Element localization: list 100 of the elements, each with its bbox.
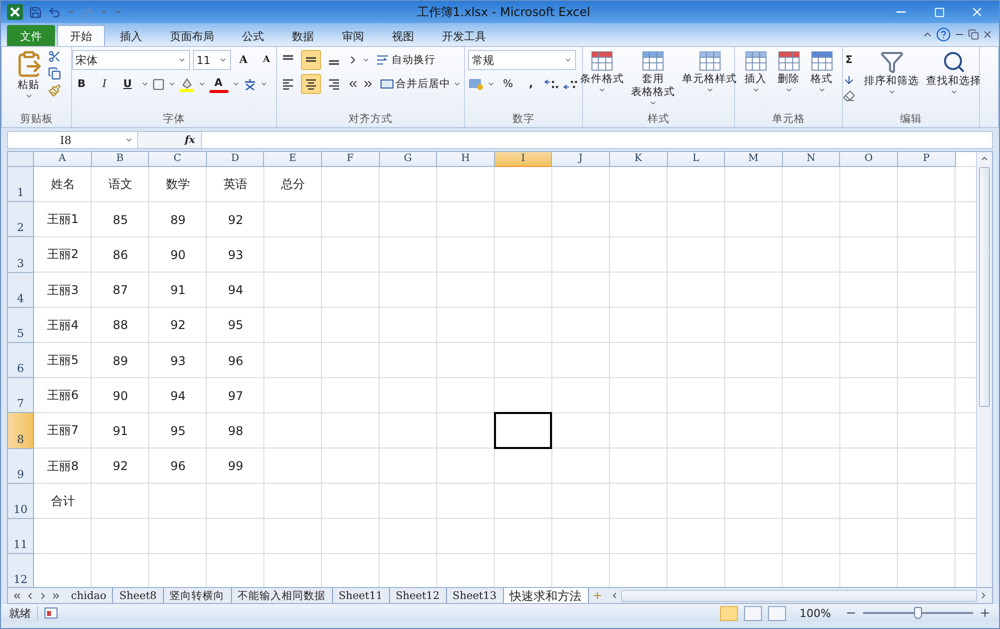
caret-icon[interactable] bbox=[752, 86, 760, 94]
merge-center-button[interactable]: 合并后居中 bbox=[376, 74, 464, 94]
row-header[interactable]: 10 bbox=[8, 484, 34, 519]
row-header[interactable]: 2 bbox=[8, 202, 34, 238]
style-button[interactable]: 条件格式 bbox=[578, 50, 626, 112]
decrease-decimal-icon[interactable] bbox=[563, 78, 579, 90]
row-header[interactable]: 12 bbox=[8, 554, 34, 587]
caret-icon[interactable] bbox=[784, 86, 792, 94]
number-format-field[interactable]: 常规 bbox=[468, 50, 576, 70]
caret-icon[interactable] bbox=[218, 56, 226, 64]
cell-styles-icon[interactable] bbox=[696, 50, 722, 72]
ribbon-tab[interactable]: 页面布局 bbox=[157, 25, 227, 46]
caret-icon[interactable] bbox=[487, 80, 495, 88]
font-name-field[interactable]: 宋体 bbox=[72, 50, 190, 70]
row-header[interactable]: 9 bbox=[8, 448, 34, 484]
search-icon[interactable] bbox=[942, 50, 966, 74]
copy-icon[interactable] bbox=[48, 67, 60, 80]
ribbon-tab[interactable]: 公式 bbox=[229, 25, 277, 46]
zoom-in-icon[interactable] bbox=[979, 607, 991, 619]
format-cells-icon[interactable] bbox=[808, 50, 834, 72]
caret-icon[interactable] bbox=[178, 56, 186, 64]
comma-button[interactable]: , bbox=[521, 74, 541, 94]
row-header[interactable]: 4 bbox=[8, 272, 34, 308]
insert-sheet-icon[interactable] bbox=[592, 590, 603, 601]
sheet-tab[interactable]: 快速求和方法 bbox=[504, 588, 589, 603]
editing-button[interactable]: 查找和选择 bbox=[924, 50, 983, 112]
close-icon[interactable] bbox=[982, 29, 993, 40]
maximize-icon[interactable] bbox=[934, 6, 944, 18]
italic-button[interactable]: I bbox=[94, 74, 114, 94]
column-header[interactable]: P bbox=[898, 152, 956, 167]
cell-button[interactable]: 删除 bbox=[774, 50, 804, 112]
table-format-icon[interactable] bbox=[640, 50, 666, 72]
column-header[interactable]: H bbox=[437, 152, 495, 167]
file-tab[interactable]: 文件 bbox=[7, 25, 55, 46]
bold-button[interactable]: B bbox=[72, 74, 92, 94]
restore-icon[interactable] bbox=[968, 29, 979, 40]
help-icon[interactable] bbox=[936, 27, 951, 42]
row-header[interactable]: 5 bbox=[8, 308, 34, 343]
column-header[interactable]: J bbox=[552, 152, 610, 167]
caret-icon[interactable] bbox=[452, 80, 460, 88]
filter-icon[interactable] bbox=[880, 50, 904, 74]
ribbon-tab[interactable]: 数据 bbox=[279, 25, 327, 46]
caret-icon[interactable] bbox=[232, 80, 240, 88]
sheet-tab[interactable]: Sheet12 bbox=[390, 588, 447, 603]
column-header[interactable]: N bbox=[782, 152, 840, 167]
caret-icon[interactable] bbox=[564, 56, 572, 64]
vertical-align-button[interactable] bbox=[300, 50, 320, 70]
vertical-scrollbar[interactable] bbox=[976, 152, 992, 587]
caret-icon[interactable] bbox=[24, 92, 32, 100]
wrap-text-button[interactable]: 自动换行 bbox=[372, 50, 438, 70]
column-header[interactable]: L bbox=[668, 152, 726, 167]
autosum-button[interactable]: Σ bbox=[839, 50, 859, 70]
caret-icon[interactable] bbox=[598, 86, 606, 94]
column-header[interactable]: B bbox=[92, 152, 150, 167]
ribbon-tab[interactable]: 开发工具 bbox=[429, 25, 499, 46]
increase-decimal-icon[interactable] bbox=[544, 78, 560, 90]
grow-font-button[interactable]: A bbox=[234, 50, 254, 70]
caret-icon[interactable] bbox=[140, 80, 148, 88]
ribbon-tab[interactable]: 插入 bbox=[107, 25, 155, 46]
cell-button[interactable]: 插入 bbox=[740, 50, 770, 112]
scrollbar-thumb[interactable] bbox=[979, 167, 990, 407]
undo-icon[interactable] bbox=[48, 6, 61, 18]
last-sheet-icon[interactable] bbox=[51, 590, 61, 600]
column-header[interactable]: A bbox=[34, 152, 92, 167]
horizontal-align-button[interactable] bbox=[300, 74, 320, 94]
sheet-tab[interactable]: Sheet8 bbox=[113, 588, 164, 603]
caret-icon[interactable] bbox=[362, 56, 370, 64]
scroll-right-icon[interactable] bbox=[979, 591, 988, 600]
column-header[interactable]: K bbox=[610, 152, 668, 167]
conditional-format-icon[interactable] bbox=[589, 50, 615, 72]
selected-cell[interactable] bbox=[494, 412, 552, 448]
column-header[interactable]: F bbox=[322, 152, 380, 167]
cut-icon[interactable] bbox=[48, 50, 60, 63]
zoom-slider-thumb[interactable] bbox=[914, 607, 922, 619]
ribbon-tab[interactable]: 开始 bbox=[57, 25, 105, 46]
save-icon[interactable] bbox=[29, 6, 42, 18]
column-header[interactable]: E bbox=[264, 152, 322, 167]
row-header[interactable]: 11 bbox=[8, 518, 34, 554]
cell-button[interactable]: 格式 bbox=[806, 50, 836, 112]
row-header[interactable]: 1 bbox=[8, 167, 34, 202]
paste-button[interactable]: 粘贴 bbox=[12, 50, 44, 112]
ribbon-tab[interactable]: 视图 bbox=[379, 25, 427, 46]
row-header[interactable]: 3 bbox=[8, 237, 34, 273]
format-painter-icon[interactable] bbox=[48, 84, 60, 97]
caret-icon[interactable] bbox=[649, 99, 657, 107]
font-color-button[interactable]: A bbox=[208, 75, 228, 93]
style-button[interactable]: 套用 表格格式 bbox=[629, 50, 677, 112]
macro-record-icon[interactable] bbox=[44, 607, 58, 619]
ribbon-tab[interactable]: 审阅 bbox=[329, 25, 377, 46]
borders-icon[interactable] bbox=[152, 78, 164, 90]
column-header[interactable]: G bbox=[380, 152, 438, 167]
row-header[interactable]: 6 bbox=[8, 342, 34, 378]
style-button[interactable]: 单元格样式 bbox=[680, 50, 739, 112]
sheet-tab[interactable]: chidao bbox=[65, 588, 114, 603]
delete-cells-icon[interactable] bbox=[776, 50, 802, 72]
insert-cells-icon[interactable] bbox=[742, 50, 768, 72]
scroll-up-icon[interactable] bbox=[980, 154, 989, 163]
caret-icon[interactable] bbox=[198, 80, 206, 88]
shrink-font-button[interactable]: A bbox=[256, 50, 276, 70]
underline-button[interactable]: U bbox=[118, 74, 138, 94]
